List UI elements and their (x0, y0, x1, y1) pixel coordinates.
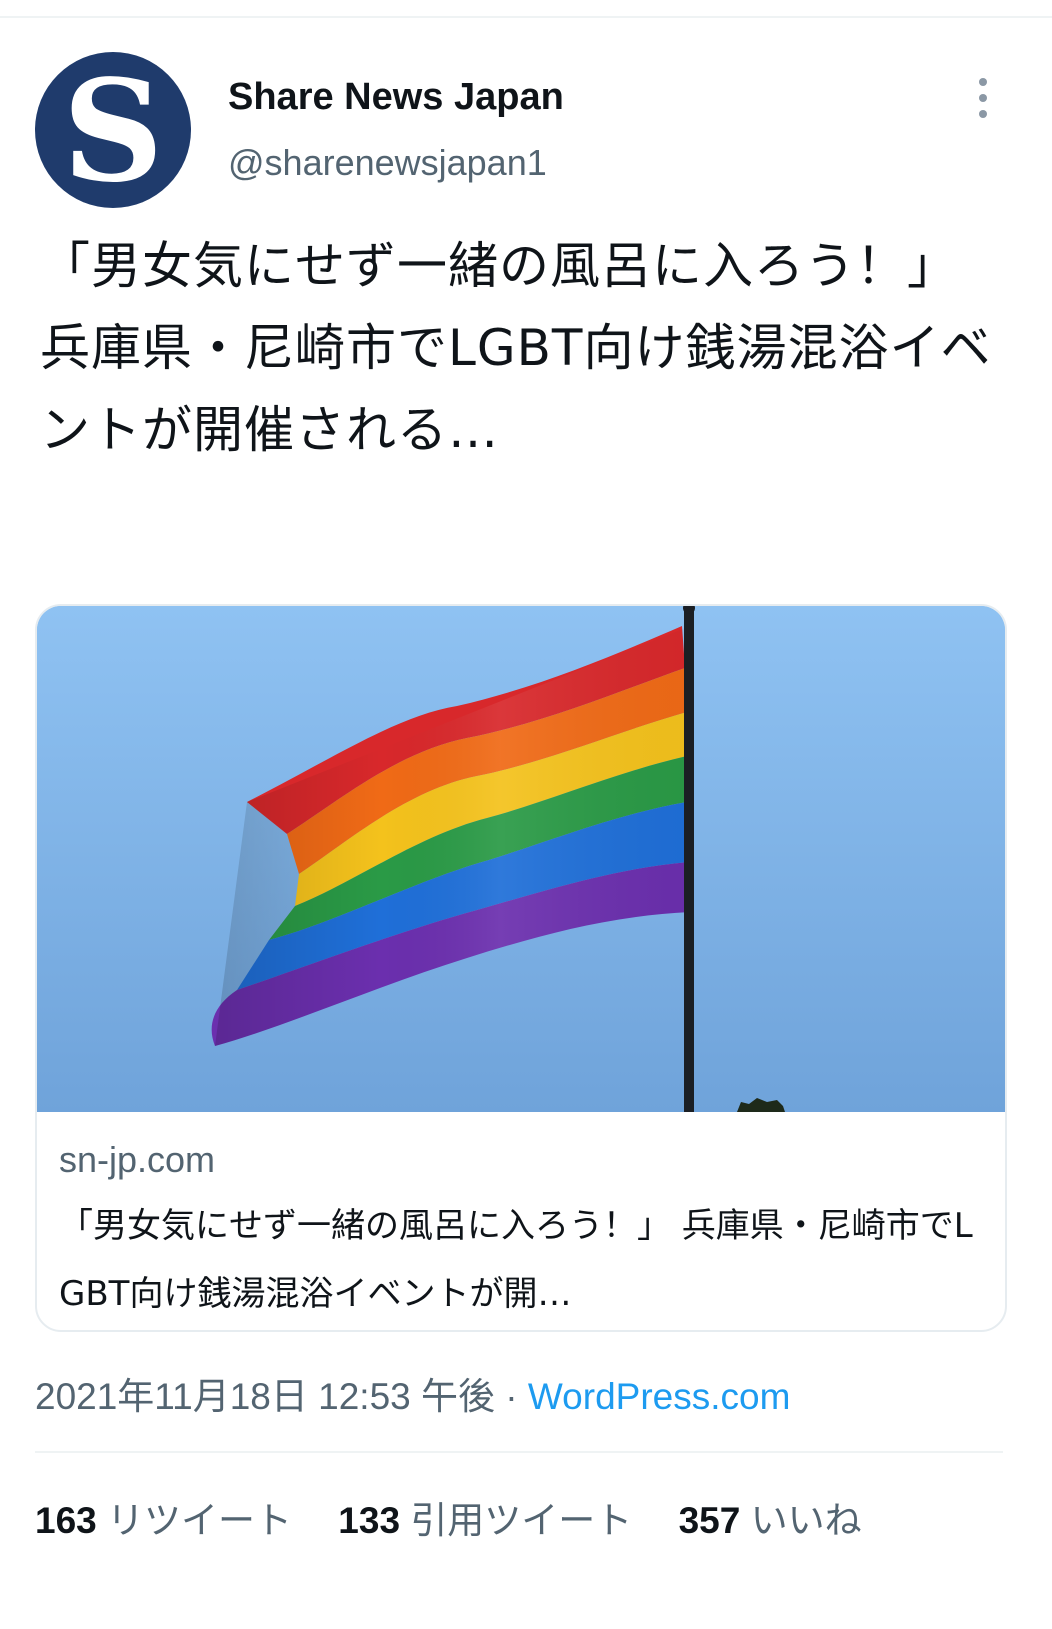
tweet-text: 「男女気にせず一緒の風呂に入ろう！」 兵庫県・尼崎市でLGBT向け銭湯混浴イベン… (40, 237, 992, 459)
rainbow-flag-image (37, 606, 1005, 1112)
more-options-icon[interactable] (968, 78, 998, 118)
avatar-letter: S (62, 50, 164, 214)
top-divider (0, 16, 1052, 18)
retweets-stat[interactable]: 163 リツイート (35, 1490, 292, 1544)
link-card[interactable]: sn-jp.com 「男女気にせず一緒の風呂に入ろう！」 兵庫県・尼崎市でLGB… (35, 604, 1007, 1332)
card-meta[interactable]: sn-jp.com 「男女気にせず一緒の風呂に入ろう！」 兵庫県・尼崎市でLGB… (59, 1136, 989, 1328)
meta-divider (35, 1451, 1003, 1453)
likes-label: いいね (750, 1500, 862, 1541)
quotes-count: 133 (338, 1500, 401, 1541)
author-display-name[interactable]: Share News Japan (228, 76, 564, 119)
tweet-source-link[interactable]: WordPress.com (528, 1376, 791, 1417)
retweets-count: 163 (35, 1500, 97, 1541)
meta-separator: · (495, 1376, 528, 1417)
card-domain: sn-jp.com (59, 1139, 216, 1180)
tweet-timestamp[interactable]: 2021年11月18日 12:53 午後 (35, 1376, 495, 1417)
card-image[interactable] (37, 606, 1005, 1112)
likes-count: 357 (678, 1500, 741, 1541)
author-handle[interactable]: @sharenewsjapan1 (228, 142, 547, 184)
likes-stat[interactable]: 357 いいね (679, 1490, 862, 1544)
quotes-stat[interactable]: 133 引用ツイート (338, 1490, 632, 1544)
avatar[interactable]: S (35, 52, 191, 208)
retweets-label: リツイート (107, 1500, 293, 1541)
tweet-meta: 2021年11月18日 12:53 午後 · WordPress.com (35, 1366, 790, 1420)
card-title: 「男女気にせず一緒の風呂に入ろう！」 兵庫県・尼崎市でLGBT向け銭湯混浴イベン… (59, 1206, 973, 1314)
tweet-stats: 163 リツイート 133 引用ツイート 357 いいね (35, 1490, 898, 1544)
quotes-label: 引用ツイート (410, 1500, 633, 1541)
